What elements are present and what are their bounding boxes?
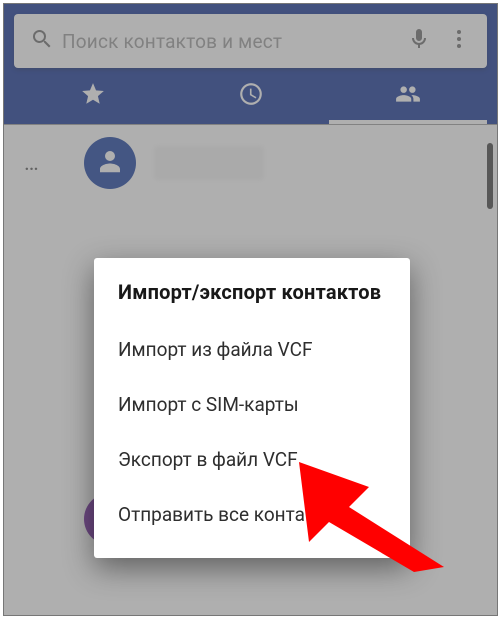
dialog-title: Импорт/экспорт контактов <box>118 280 386 304</box>
dialog-item-import-vcf[interactable]: Импорт из файла VCF <box>118 322 386 377</box>
app-frame: Поиск контактов и мест <box>3 3 498 616</box>
dialog-item-export-vcf[interactable]: Экспорт в файл VCF <box>118 432 386 487</box>
dialog-item-send-all[interactable]: Отправить все контакты <box>118 487 386 542</box>
dialog-item-import-sim[interactable]: Импорт с SIM-карты <box>118 377 386 432</box>
import-export-dialog: Импорт/экспорт контактов Импорт из файла… <box>94 258 410 558</box>
